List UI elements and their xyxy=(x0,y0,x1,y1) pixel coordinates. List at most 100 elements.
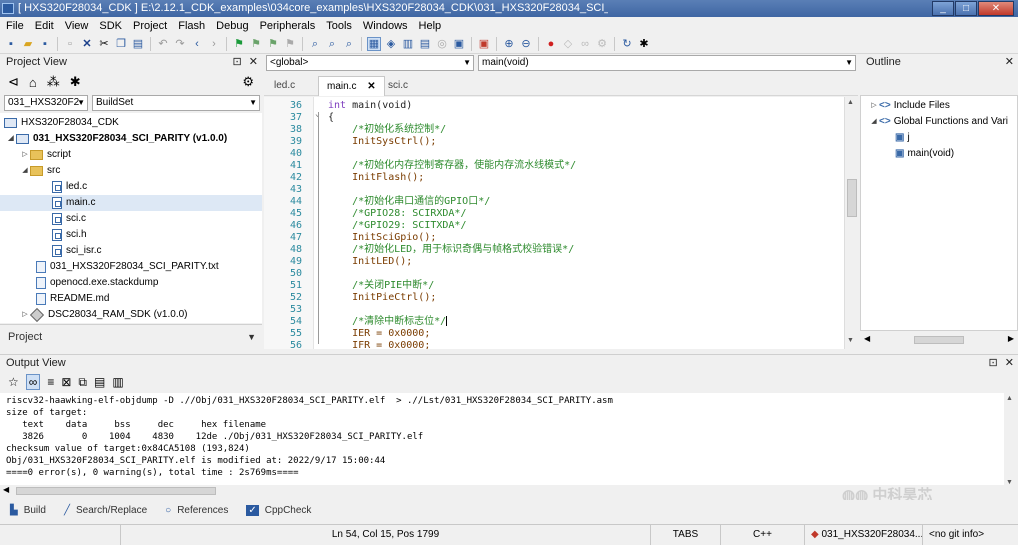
tree-item-sci-h[interactable]: sci.h xyxy=(52,227,87,243)
tab-build[interactable]: ▙ Build xyxy=(10,505,46,516)
scroll-down-icon[interactable]: ▼ xyxy=(847,337,854,344)
expand-icon[interactable]: ◢ xyxy=(20,163,30,179)
scrollbar-thumb[interactable] xyxy=(16,487,216,495)
save-icon[interactable]: ▪ xyxy=(4,37,18,51)
undo-icon[interactable]: ↶ xyxy=(156,37,170,51)
menu-flash[interactable]: Flash xyxy=(178,20,205,32)
grid-icon[interactable]: ▦ xyxy=(367,36,381,51)
bookmark-next-icon[interactable]: ⚑ xyxy=(283,37,297,51)
disk-icon[interactable]: ▫ xyxy=(63,37,77,51)
tabs-indicator[interactable]: TABS xyxy=(650,525,720,545)
menu-view[interactable]: View xyxy=(65,20,89,32)
scrollbar-thumb[interactable] xyxy=(914,336,964,344)
function-combo[interactable]: main(void) ▼ xyxy=(478,55,856,71)
link-icon[interactable]: ∞ xyxy=(578,37,592,51)
code-editor[interactable]: 36 37 38 39 40 41 42 43 44 45 46 47 48 4… xyxy=(264,97,844,349)
collapse-icon[interactable]: ▷ xyxy=(869,98,879,113)
collapse-icon[interactable]: ▷ xyxy=(20,307,30,323)
bookmark-icon[interactable]: ⚑ xyxy=(249,37,263,51)
tab-references[interactable]: ○ References xyxy=(165,505,228,516)
tree-item-stackdump[interactable]: openocd.exe.stackdump xyxy=(36,275,158,291)
find-files-icon[interactable]: ⌕ xyxy=(325,37,339,51)
output-vertical-scrollbar[interactable]: ▲ ▼ xyxy=(1004,393,1018,493)
project-bottom-tab[interactable]: Project ▼ xyxy=(0,324,262,348)
save-output-icon[interactable]: ▤ xyxy=(94,375,105,389)
tree-item-sci-isr-c[interactable]: sci_isr.c xyxy=(52,243,102,259)
outline-item-j[interactable]: ▣ j xyxy=(895,130,910,145)
forward-icon[interactable]: › xyxy=(207,37,221,51)
wrap-icon[interactable]: ≡ xyxy=(47,375,54,389)
settings-icon[interactable]: ⚙ xyxy=(595,37,609,51)
scroll-left-icon[interactable]: ◀ xyxy=(3,485,9,494)
star-icon[interactable]: ☆ xyxy=(8,375,19,389)
outline-item-main[interactable]: ▣ main(void) xyxy=(895,146,954,161)
output-close-icon[interactable]: ✕ xyxy=(1005,357,1014,369)
output-console[interactable]: riscv32-haawking-elf-objdump -D .//Obj/0… xyxy=(0,393,1004,485)
tree-item-workspace[interactable]: HXS320F28034_CDK xyxy=(4,115,119,131)
scroll-up-icon[interactable]: ▲ xyxy=(847,99,854,106)
scroll-up-icon[interactable]: ▲ xyxy=(1006,395,1013,402)
minimize-button[interactable]: _ xyxy=(932,1,954,16)
bug-tool-icon[interactable]: ✱ xyxy=(70,74,81,90)
project-view-close-icon[interactable]: ✕ xyxy=(249,56,258,68)
tab-led-c[interactable]: led.c xyxy=(266,76,303,96)
scroll-right-icon[interactable]: ▶ xyxy=(1008,334,1014,343)
clear-icon[interactable]: ⊠ xyxy=(61,375,71,389)
pin-tool-icon[interactable]: ⊲ xyxy=(8,74,19,90)
filter-icon[interactable]: ▥ xyxy=(112,375,123,389)
tree-item-readme[interactable]: README.md xyxy=(36,291,109,307)
find-icon[interactable]: ⌕ xyxy=(308,37,322,51)
cut-icon[interactable]: ✂ xyxy=(97,37,111,51)
stop-icon[interactable]: ● xyxy=(544,37,558,51)
menu-help[interactable]: Help xyxy=(419,20,442,32)
tree-item-project[interactable]: ◢ 031_HXS320F28034_SCI_PARITY (v1.0.0) xyxy=(6,131,227,147)
tree-item-txt[interactable]: 031_HXS320F28034_SCI_PARITY.txt xyxy=(36,259,219,275)
target-combo[interactable]: 031_HXS320F2 ▼ xyxy=(4,95,88,111)
download-icon[interactable]: ▣ xyxy=(452,37,466,51)
outline-item-globals[interactable]: ◢ <> Global Functions and Vari xyxy=(869,114,1008,129)
close-window-button[interactable]: ✕ xyxy=(978,1,1014,16)
chevron-down-icon[interactable]: ▼ xyxy=(247,325,256,349)
scroll-left-icon[interactable]: ◀ xyxy=(864,334,870,343)
menu-peripherals[interactable]: Peripherals xyxy=(260,20,316,32)
tab-main-c[interactable]: main.c ✕ xyxy=(318,76,385,96)
redo-icon[interactable]: ↷ xyxy=(173,37,187,51)
tree-item-led-c[interactable]: led.c xyxy=(52,179,87,195)
outline-item-include-files[interactable]: ▷ <> Include Files xyxy=(869,98,950,113)
breakpoint-icon[interactable]: ◇ xyxy=(561,37,575,51)
settings-gear-icon[interactable]: ⚙ xyxy=(242,74,254,90)
tree-item-sci-c[interactable]: sci.c xyxy=(52,211,86,227)
tree-item-src[interactable]: ◢ src xyxy=(20,163,60,179)
outline-horizontal-scrollbar[interactable]: ◀ ▶ xyxy=(860,333,1018,347)
bug-icon[interactable]: ✱ xyxy=(637,37,651,51)
copy-icon[interactable]: ❐ xyxy=(114,37,128,51)
tree-item-sdk[interactable]: ▷ DSC28034_RAM_SDK (v1.0.0) xyxy=(20,307,188,323)
menu-debug[interactable]: Debug xyxy=(216,20,248,32)
rebuild-icon[interactable]: ▥ xyxy=(401,37,415,51)
zoom-in-icon[interactable]: ⊕ xyxy=(502,37,516,51)
tree-item-script[interactable]: ▷ script xyxy=(20,147,71,163)
scope-combo[interactable]: <global> ▼ xyxy=(266,55,474,71)
output-horizontal-scrollbar[interactable]: ◀ xyxy=(0,485,820,497)
menu-project[interactable]: Project xyxy=(133,20,167,32)
outline-close-icon[interactable]: ✕ xyxy=(1005,54,1014,71)
build-icon[interactable]: ◈ xyxy=(384,37,398,51)
menu-edit[interactable]: Edit xyxy=(35,20,54,32)
paste-icon[interactable]: ▤ xyxy=(131,37,145,51)
zoom-out-icon[interactable]: ⊖ xyxy=(519,37,533,51)
expand-icon[interactable]: ◢ xyxy=(6,131,16,147)
maximize-button[interactable]: □ xyxy=(955,1,977,16)
flash-icon[interactable]: ◎ xyxy=(435,37,449,51)
save-all-icon[interactable]: ▪ xyxy=(38,37,52,51)
tab-cppcheck[interactable]: ✓ CppCheck xyxy=(246,504,311,516)
home-icon[interactable]: ⌂ xyxy=(29,75,37,90)
tree-icon[interactable]: ⁂ xyxy=(47,74,60,90)
flag-icon[interactable]: ⚑ xyxy=(232,37,246,51)
tree-item-main-c[interactable]: main.c xyxy=(0,195,262,211)
output-pin-icon[interactable]: ⊡ xyxy=(989,357,998,369)
debug-icon[interactable]: ▣ xyxy=(477,37,491,51)
menu-file[interactable]: File xyxy=(6,20,24,32)
menu-tools[interactable]: Tools xyxy=(326,20,352,32)
config-combo[interactable]: BuildSet ▼ xyxy=(92,95,260,111)
clean-icon[interactable]: ▤ xyxy=(418,37,432,51)
